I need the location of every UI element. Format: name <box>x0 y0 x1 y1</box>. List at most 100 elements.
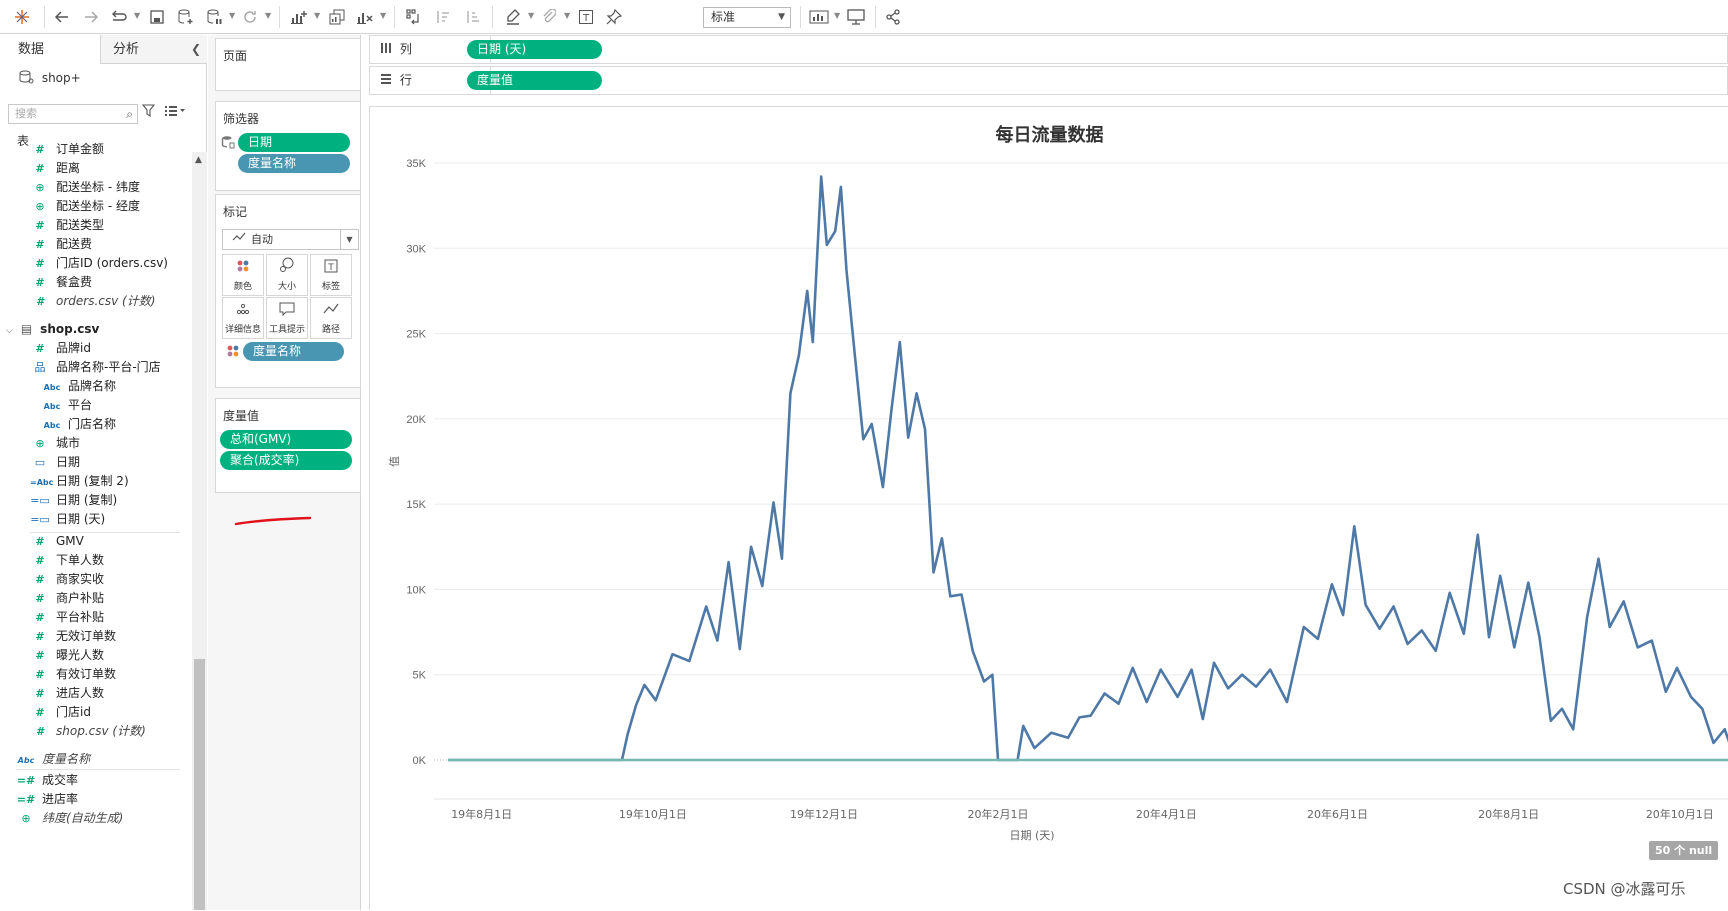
measure-values-card[interactable]: 度量值 总和(GMV) 聚合(成交率) <box>215 398 361 493</box>
field-item[interactable]: # 品牌id <box>30 339 91 358</box>
field-item[interactable]: # GMV <box>30 532 83 551</box>
filter-pill-measure-names[interactable]: 度量名称 <box>238 154 350 173</box>
field-item[interactable]: ⊕ 城市 <box>30 434 80 453</box>
field-item[interactable]: ⊕ 配送坐标 - 纬度 <box>30 178 140 197</box>
line-chart[interactable]: 35K 30K 25K 20K 15K 10K 5K 0K 值 19年8月1日 19年10月1日 19… <box>370 107 1728 911</box>
field-item[interactable]: # 距离 <box>30 159 80 178</box>
field-item[interactable]: Abc 度量名称 <box>16 750 90 769</box>
marks-card[interactable]: 标记 自动 ▼ 颜色 大小 T 标签 详细信息 工具提示 路径 度量名称 <box>215 194 361 388</box>
field-item[interactable]: # 有效订单数 <box>30 665 116 684</box>
field-item[interactable]: # orders.csv (计数) <box>30 292 155 311</box>
refresh-icon[interactable] <box>239 6 261 28</box>
marks-label-button[interactable]: T 标签 <box>310 254 352 296</box>
field-item[interactable]: =▭ 日期 (复制) <box>30 491 117 510</box>
marks-path-button[interactable]: 路径 <box>310 297 352 339</box>
measure-value-pill-conversion[interactable]: 聚合(成交率) <box>220 451 352 470</box>
search-input[interactable]: 搜索 ⌕ <box>8 104 138 124</box>
field-list-scrollbar[interactable] <box>192 152 207 910</box>
tab-data[interactable]: 数据 <box>0 35 100 64</box>
datasource-item[interactable]: shop+ <box>18 70 81 90</box>
field-item[interactable]: # 无效订单数 <box>30 627 116 646</box>
field-item[interactable]: # 门店ID (orders.csv) <box>30 254 168 273</box>
field-item[interactable]: # 下单人数 <box>30 551 104 570</box>
save-icon[interactable] <box>146 6 168 28</box>
field-item[interactable]: ⊕ 纬度(自动生成) <box>16 809 123 828</box>
filters-card[interactable]: 筛选器 日期 度量名称 <box>215 101 361 191</box>
field-label: 品牌名称-平台-门店 <box>56 360 161 374</box>
marks-color-button[interactable]: 颜色 <box>222 254 264 296</box>
worksheet-view[interactable]: 35K 30K 25K 20K 15K 10K 5K 0K 值 19年8月1日 19年10月1日 19… <box>369 106 1728 910</box>
field-item[interactable]: # 商家实收 <box>30 570 104 589</box>
undo-icon[interactable] <box>51 6 73 28</box>
pages-card[interactable]: 页面 <box>215 38 361 91</box>
field-item[interactable]: # 曝光人数 <box>30 646 104 665</box>
show-me-icon[interactable] <box>808 6 830 28</box>
datasource-name: shop+ <box>41 71 81 85</box>
marks-detail-button[interactable]: 详细信息 <box>222 297 264 339</box>
table-shop-csv[interactable]: ⌵ ▤ shop.csv <box>6 320 99 339</box>
field-label: 配送坐标 - 纬度 <box>56 180 140 194</box>
rows-icon <box>381 74 391 84</box>
sort-descending-icon[interactable] <box>462 6 484 28</box>
sort-ascending-icon[interactable] <box>432 6 454 28</box>
new-datasource-icon[interactable] <box>175 6 197 28</box>
field-item[interactable]: =# 进店率 <box>16 790 78 809</box>
null-indicator[interactable]: 50 个 null <box>1649 841 1719 860</box>
field-item[interactable]: # 配送费 <box>30 235 92 254</box>
svg-text:T: T <box>582 13 590 24</box>
field-item[interactable]: ⊕ 配送坐标 - 经度 <box>30 197 140 216</box>
x-tick-label: 19年8月1日 <box>451 807 512 821</box>
tooltip-icon <box>267 298 307 322</box>
columns-shelf[interactable]: 列 日期 (天) <box>369 35 1728 64</box>
redo-icon[interactable] <box>80 6 102 28</box>
field-item[interactable]: =▭ 日期 (天) <box>30 510 105 529</box>
filter-icon[interactable] <box>141 104 156 121</box>
field-label: 平台 <box>68 398 93 412</box>
field-item[interactable]: # shop.csv (计数) <box>30 722 146 741</box>
field-item[interactable]: # 门店id <box>30 703 91 722</box>
rows-label-text: 行 <box>399 73 412 87</box>
field-item[interactable]: # 进店人数 <box>30 684 104 703</box>
tableau-logo-icon[interactable] <box>11 6 33 28</box>
share-icon[interactable] <box>882 6 904 28</box>
collapse-pane-icon[interactable]: ❮ <box>191 42 201 56</box>
filters-title: 筛选器 <box>223 112 260 126</box>
duplicate-sheet-icon[interactable] <box>326 6 348 28</box>
presentation-icon[interactable] <box>845 6 867 28</box>
pause-update-icon[interactable] <box>204 6 226 28</box>
mark-type-select[interactable]: 自动 ▼ <box>222 229 359 250</box>
replay-icon[interactable] <box>108 6 130 28</box>
group-icon[interactable] <box>538 6 560 28</box>
field-item[interactable]: # 配送类型 <box>30 216 104 235</box>
field-item[interactable]: Abc 品牌名称 <box>42 377 116 396</box>
pin-icon[interactable] <box>603 6 625 28</box>
measure-value-pill-gmv[interactable]: 总和(GMV) <box>220 430 352 449</box>
show-labels-icon[interactable]: T <box>575 6 597 28</box>
marks-color-pill[interactable]: 度量名称 <box>243 342 344 361</box>
clear-sheet-icon[interactable] <box>354 6 376 28</box>
rows-pill-measure-values[interactable]: 度量值 <box>467 71 602 90</box>
new-worksheet-icon[interactable] <box>288 6 310 28</box>
filter-pill-date[interactable]: 日期 <box>238 133 350 152</box>
field-item[interactable]: # 订单金额 <box>30 140 104 159</box>
fit-select[interactable]: 标准 ▼ <box>703 7 791 28</box>
swap-rows-columns-icon[interactable] <box>403 6 425 28</box>
field-item[interactable]: =# 成交率 <box>16 771 78 790</box>
field-item[interactable]: # 餐盒费 <box>30 273 92 292</box>
highlight-icon[interactable] <box>502 6 524 28</box>
field-item[interactable]: =Abc 日期 (复制 2) <box>30 472 129 491</box>
y-tick-label: 10K <box>406 584 426 596</box>
field-item[interactable]: Abc 平台 <box>42 396 92 415</box>
marks-size-button[interactable]: 大小 <box>266 254 308 296</box>
scroll-up-icon[interactable]: ▲ <box>195 155 202 165</box>
field-item[interactable]: Abc 门店名称 <box>42 415 116 434</box>
columns-pill-date-day[interactable]: 日期 (天) <box>467 40 602 59</box>
rows-shelf[interactable]: 行 度量值 <box>369 66 1728 95</box>
marks-tooltip-button[interactable]: 工具提示 <box>266 297 308 339</box>
field-item[interactable]: ▭ 日期 <box>30 453 80 472</box>
field-item[interactable]: 品品牌名称-平台-门店 <box>30 358 161 377</box>
scrollbar-thumb[interactable] <box>194 659 205 910</box>
field-item[interactable]: # 商户补贴 <box>30 589 104 608</box>
view-options-icon[interactable] <box>164 104 186 121</box>
field-item[interactable]: # 平台补贴 <box>30 608 104 627</box>
